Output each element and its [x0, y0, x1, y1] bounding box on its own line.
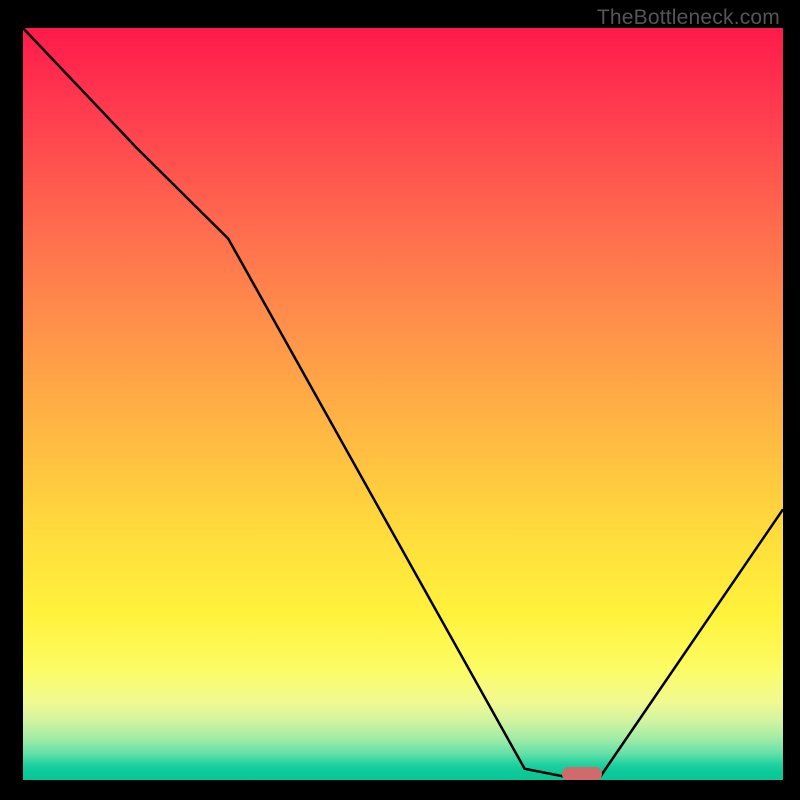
chart-container: TheBottleneck.com	[0, 0, 800, 800]
plot-area	[20, 28, 783, 783]
bottleneck-curve	[23, 28, 783, 776]
optimal-marker	[562, 767, 602, 781]
curve-svg	[23, 28, 783, 780]
watermark-text: TheBottleneck.com	[597, 6, 780, 30]
